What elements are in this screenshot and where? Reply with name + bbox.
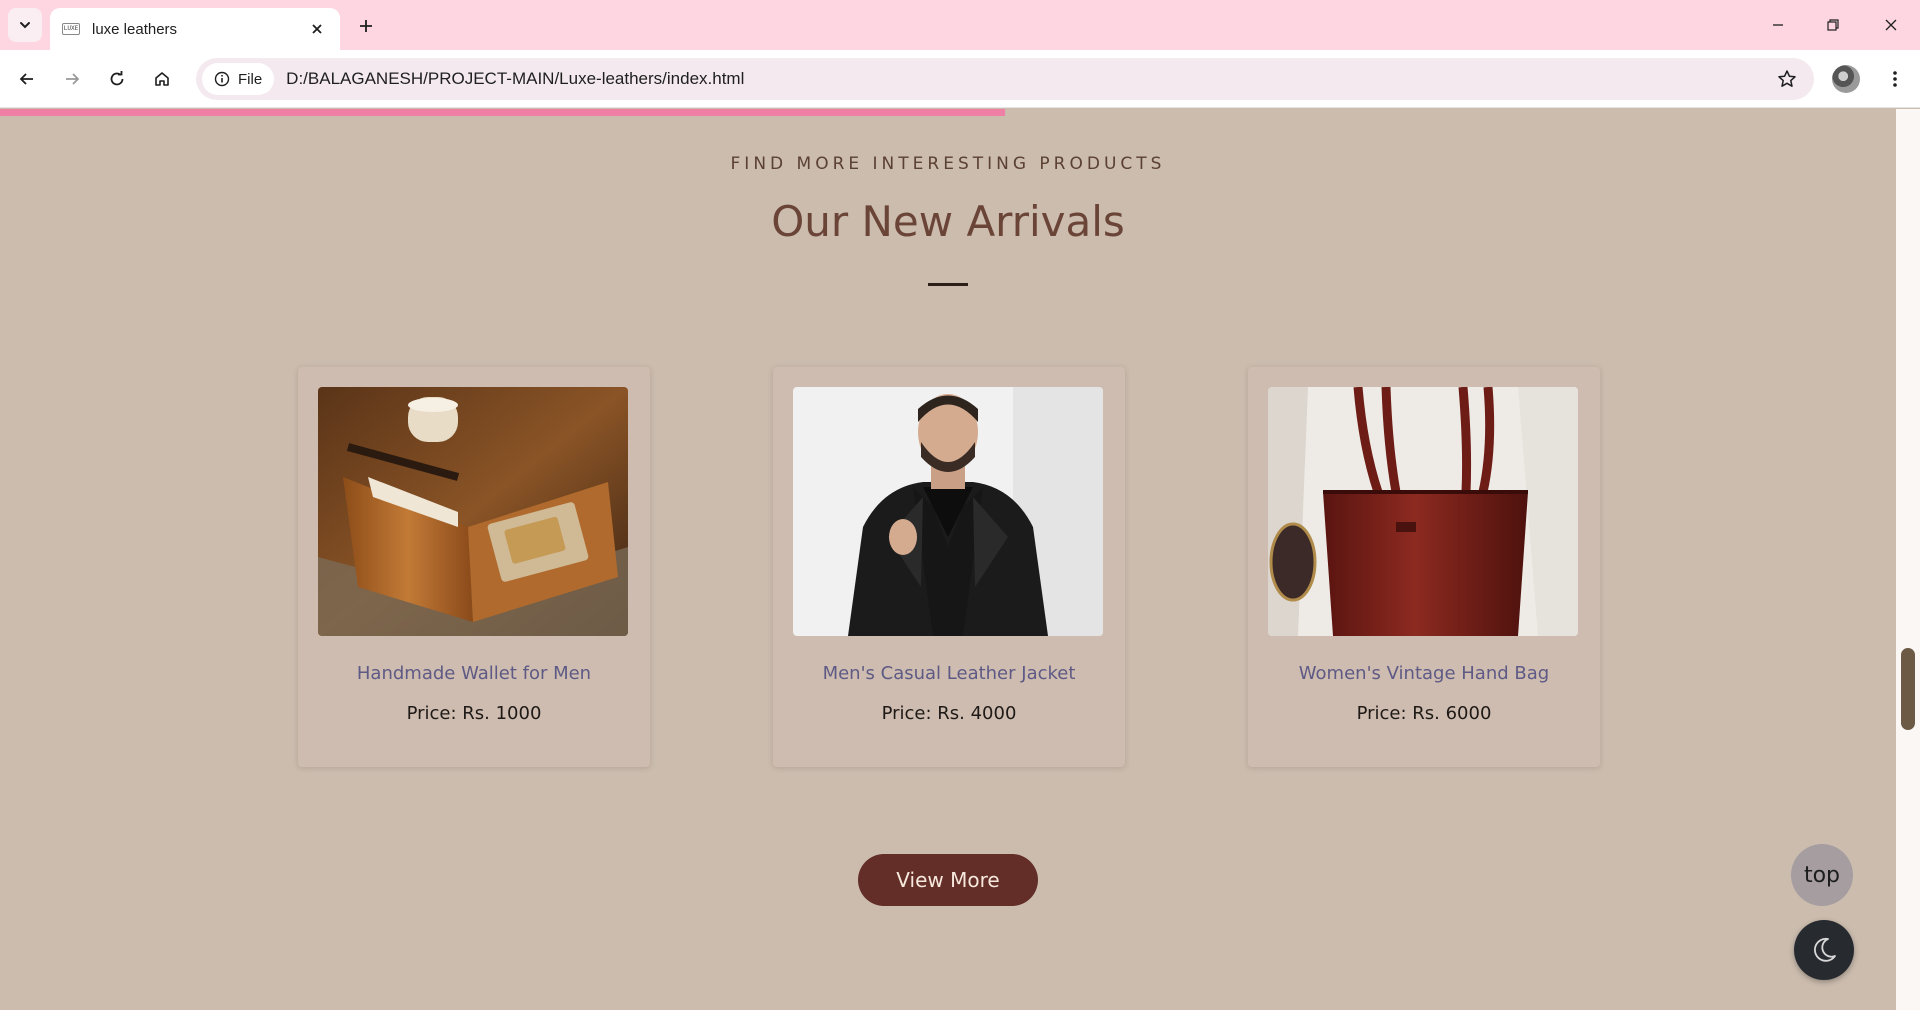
reload-icon — [110, 71, 124, 86]
scrollbar-thumb[interactable] — [1901, 648, 1915, 730]
moon-icon — [1814, 937, 1836, 962]
jacket-photo[interactable] — [793, 387, 1103, 636]
address-bar[interactable]: File D:/BALAGANESH/PROJECT-MAIN/Luxe-lea… — [196, 58, 1814, 100]
site-info-chip[interactable]: File — [202, 63, 275, 95]
browser-menu-button[interactable] — [1878, 62, 1912, 96]
product-name[interactable]: Women's Vintage Hand Bag — [1248, 663, 1600, 684]
view-more-button[interactable]: View More — [858, 854, 1038, 906]
scroll-progress-bar — [0, 109, 1005, 116]
forward-button[interactable] — [55, 62, 89, 96]
product-price: Price: Rs. 1000 — [406, 703, 542, 724]
browser-toolbar: File D:/BALAGANESH/PROJECT-MAIN/Luxe-lea… — [0, 50, 1920, 108]
product-price: Price: Rs. 4000 — [881, 703, 1017, 724]
new-tab-button[interactable] — [352, 12, 380, 40]
product-price: Price: Rs. 6000 — [1356, 703, 1492, 724]
back-to-top-button[interactable]: top — [1791, 844, 1853, 906]
close-icon — [312, 24, 322, 34]
chevron-down-icon — [20, 22, 30, 29]
back-button[interactable] — [10, 62, 44, 96]
tab-search-button[interactable] — [8, 8, 42, 42]
product-name[interactable]: Men's Casual Leather Jacket — [773, 663, 1125, 684]
kebab-menu-icon — [1893, 71, 1897, 87]
product-card-wallet[interactable]: Handmade Wallet for Men Price: Rs. 1000 — [298, 367, 650, 767]
wallet-photo[interactable] — [318, 387, 628, 636]
tab-title: luxe leathers — [92, 20, 178, 38]
reload-button[interactable] — [100, 62, 134, 96]
theme-toggle-button[interactable] — [1794, 920, 1854, 980]
plus-icon — [360, 20, 372, 32]
site-favicon-icon: LUXE — [62, 23, 80, 35]
browser-tabstrip: LUXE luxe leathers — [0, 0, 1920, 50]
restore-button[interactable] — [1810, 10, 1856, 40]
section-subtitle: FIND MORE INTERESTING PRODUCTS — [730, 154, 1166, 174]
title-divider — [928, 283, 968, 286]
page-scrollbar[interactable] — [1896, 109, 1920, 1010]
bookmark-button[interactable] — [1770, 62, 1804, 96]
product-card-jacket[interactable]: Men's Casual Leather Jacket Price: Rs. 4… — [773, 367, 1125, 767]
forward-arrow-icon — [66, 73, 80, 85]
site-chip-label: File — [238, 70, 263, 88]
minimize-button[interactable] — [1755, 10, 1801, 40]
handbag-photo[interactable] — [1268, 387, 1578, 636]
tab-close-button[interactable] — [306, 18, 328, 40]
home-icon — [155, 72, 169, 86]
section-title: Our New Arrivals — [771, 197, 1125, 246]
window-close-icon — [1885, 19, 1897, 31]
minimize-icon — [1773, 24, 1783, 26]
profile-avatar[interactable] — [1832, 65, 1860, 93]
url-text[interactable]: D:/BALAGANESH/PROJECT-MAIN/Luxe-leathers… — [286, 69, 1770, 89]
star-icon — [1778, 70, 1796, 87]
page-viewport: FIND MORE INTERESTING PRODUCTS Our New A… — [0, 109, 1896, 1010]
info-icon — [214, 71, 230, 87]
restore-icon — [1827, 19, 1839, 31]
browser-tab[interactable]: LUXE luxe leathers — [50, 8, 340, 50]
product-name[interactable]: Handmade Wallet for Men — [298, 663, 650, 684]
home-button[interactable] — [145, 62, 179, 96]
back-arrow-icon — [19, 73, 33, 85]
product-card-handbag[interactable]: Women's Vintage Hand Bag Price: Rs. 6000 — [1248, 367, 1600, 767]
window-close-button[interactable] — [1868, 10, 1914, 40]
